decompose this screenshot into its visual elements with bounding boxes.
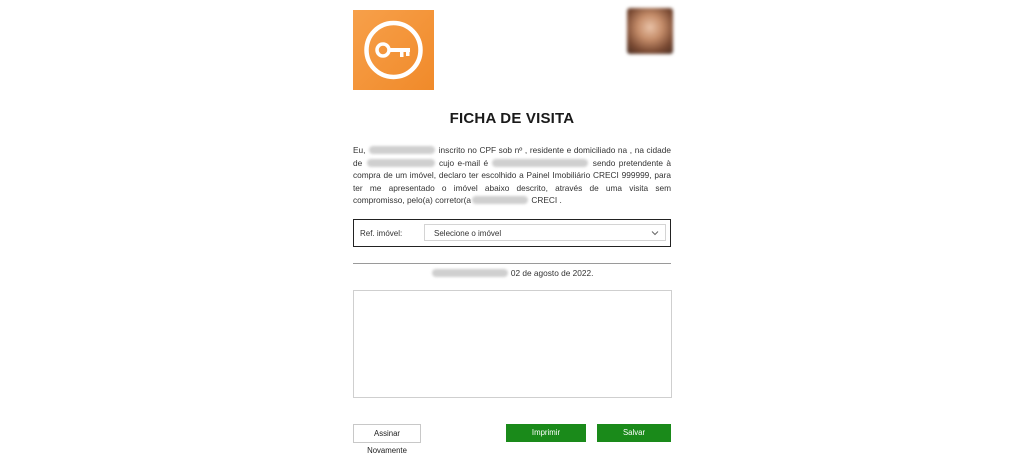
declaration-part-3: cujo e-mail é: [438, 157, 489, 168]
redacted-city: [366, 158, 435, 167]
declaration-part-1: Eu,: [353, 145, 366, 155]
declaration-part-5: CRECI .: [531, 195, 562, 206]
chevron-down-icon: [651, 231, 659, 236]
key-icon: [364, 20, 423, 80]
page-title: FICHA DE VISITA: [449, 110, 575, 127]
redacted-date-city: [431, 269, 508, 277]
save-button[interactable]: Salvar: [597, 424, 671, 442]
redacted-name: [369, 146, 436, 154]
date-text: 02 de agosto de 2022.: [510, 268, 594, 278]
user-avatar: [627, 8, 673, 54]
declaration-text: Eu, inscrito no CPF sob nº , residente e…: [353, 144, 671, 207]
signature-pad[interactable]: [353, 290, 672, 398]
visit-form-page: FICHA DE VISITA Eu, inscrito no CPF sob …: [0, 0, 1024, 465]
sign-again-button[interactable]: Assinar Novamente: [353, 424, 421, 455]
property-label: Ref. imóvel:: [360, 229, 403, 238]
redacted-broker: [472, 196, 529, 205]
redacted-email: [492, 158, 589, 167]
property-select-value: Selecione o imóvel: [434, 229, 502, 238]
property-select[interactable]: Selecione o imóvel: [424, 224, 666, 241]
logo: [353, 10, 434, 90]
print-button[interactable]: Imprimir: [506, 424, 586, 442]
divider: [353, 263, 671, 264]
property-selector-box: Ref. imóvel: Selecione o imóvel: [353, 219, 671, 247]
date-line: 02 de agosto de 2022.: [353, 268, 671, 278]
